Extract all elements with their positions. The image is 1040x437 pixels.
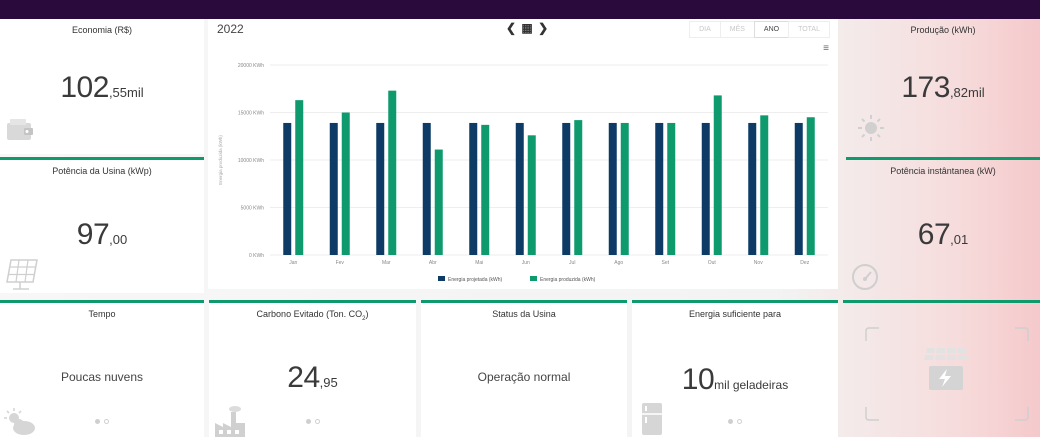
- top-bar: [0, 0, 1040, 19]
- y-tick-label: 10000 KWh: [238, 158, 264, 164]
- status-card: Status da Usina Operação normal: [421, 300, 627, 437]
- production-bar-chart: 0 KWh 5000 KWh 10000 KWh 15000 KWh 20000 KWh…: [218, 63, 828, 283]
- solar-battery-icon: [924, 348, 968, 390]
- calendar-icon[interactable]: ▦: [521, 21, 532, 35]
- x-tick-label: Jul: [569, 260, 575, 266]
- energia-title: Energia suficiente para: [688, 309, 782, 319]
- legend-swatch: [530, 276, 537, 281]
- tab-total[interactable]: TOTAL: [788, 21, 830, 38]
- y-tick-label: 20000 KWh: [238, 63, 264, 69]
- x-tick-label: Mar: [382, 260, 391, 266]
- tab-mes[interactable]: MÊS: [719, 21, 755, 38]
- carousel-dots[interactable]: [632, 411, 838, 429]
- potencia-instantanea-card: Potência instântanea (kW) 67,01: [846, 157, 1040, 293]
- bar-projetada-ago: [608, 122, 617, 255]
- bar-produzida-dez: [806, 117, 815, 255]
- wallet-icon: [7, 119, 33, 140]
- bar-projetada-nov: [748, 122, 757, 255]
- y-tick-label: 5000 KWh: [241, 206, 265, 212]
- period-tabs: DIA MÊS ANO TOTAL: [689, 21, 830, 38]
- potencia-instantanea-value: 67,01: [917, 218, 969, 251]
- bar-produzida-set: [667, 122, 676, 255]
- production-chart-panel: 2022 ❮ ▦ ❯ DIA MÊS ANO TOTAL ≡ 0 KWh 5000…: [208, 19, 838, 289]
- bar-projetada-set: [655, 122, 664, 255]
- producao-title: Produção (kWh): [910, 25, 976, 35]
- carousel-dots[interactable]: [209, 411, 416, 429]
- x-tick-label: Fev: [336, 260, 345, 266]
- y-tick-label: 15000 KWh: [238, 111, 264, 117]
- bar-projetada-mar: [376, 122, 385, 255]
- chevron-left-icon[interactable]: ❮: [506, 21, 516, 35]
- producao-value: 173,82mil: [901, 71, 985, 104]
- status-value: Operação normal: [477, 370, 571, 384]
- legend-label: Energia projetada (kWh): [448, 277, 503, 283]
- bar-projetada-dez: [794, 122, 803, 255]
- carbono-title: Carbono Evitado (Ton. CO2): [256, 309, 369, 322]
- carbono-card: Carbono Evitado (Ton. CO2) 24,95: [209, 300, 416, 437]
- legend-swatch: [438, 276, 445, 281]
- bar-projetada-mai: [469, 122, 478, 255]
- chevron-right-icon[interactable]: ❯: [538, 21, 548, 35]
- bar-produzida-nov: [760, 115, 769, 255]
- producao-card: Produção (kWh) 173,82mil: [846, 19, 1040, 154]
- carousel-dots[interactable]: [0, 411, 204, 429]
- legend-label: Energia produzida (kWh): [540, 277, 596, 283]
- bar-produzida-ago: [620, 122, 629, 255]
- bar-projetada-fev: [329, 122, 338, 255]
- bar-projetada-out: [701, 122, 710, 255]
- y-tick-label: 0 KWh: [249, 253, 264, 259]
- x-tick-label: Nov: [754, 260, 763, 266]
- bar-produzida-abr: [434, 149, 443, 255]
- x-tick-label: Mai: [475, 260, 483, 266]
- bar-produzida-out: [713, 95, 722, 256]
- sun-icon: [858, 115, 884, 141]
- bar-produzida-mai: [481, 124, 490, 255]
- tab-ano[interactable]: ANO: [753, 21, 790, 38]
- bar-projetada-abr: [422, 122, 431, 255]
- solar-system-card: [843, 300, 1040, 437]
- bar-produzida-jun: [527, 135, 536, 255]
- bar-projetada-jan: [283, 122, 292, 255]
- chart-menu-icon[interactable]: ≡: [823, 43, 829, 54]
- bar-produzida-mar: [388, 90, 397, 256]
- economia-title: Economia (R$): [71, 25, 133, 35]
- energia-value: 10mil geladeiras: [681, 363, 789, 396]
- bar-projetada-jul: [562, 122, 571, 255]
- x-tick-label: Set: [661, 260, 669, 266]
- status-title: Status da Usina: [492, 309, 556, 319]
- potencia-usina-title: Potência da Usina (kWp): [52, 166, 152, 176]
- economia-card: Economia (R$) 102,55mil: [0, 19, 204, 154]
- x-tick-label: Out: [708, 260, 717, 266]
- y-axis-label: Energia produzida (kWh): [218, 135, 223, 185]
- potencia-usina-card: Potência da Usina (kWp) 97,00: [0, 157, 204, 293]
- bar-projetada-jun: [515, 122, 524, 255]
- x-tick-label: Dez: [800, 260, 809, 266]
- potencia-instantanea-title: Potência instântanea (kW): [890, 166, 996, 176]
- tempo-title: Tempo: [88, 309, 116, 319]
- period-navigation: ❮ ▦ ❯: [505, 21, 549, 35]
- potencia-usina-value: 97,00: [76, 218, 128, 251]
- energia-card: Energia suficiente para 10mil geladeiras: [632, 300, 838, 437]
- solar-panel-icon: [6, 259, 38, 290]
- x-tick-label: Jun: [522, 260, 530, 266]
- x-tick-label: Jan: [289, 260, 297, 266]
- chart-year: 2022: [217, 22, 244, 36]
- economia-value: 102,55mil: [60, 71, 144, 104]
- bar-produzida-fev: [341, 112, 350, 255]
- gauge-icon: [852, 264, 878, 290]
- tempo-card: Tempo Poucas nuvens: [0, 300, 204, 437]
- bar-produzida-jan: [295, 100, 304, 256]
- tempo-value: Poucas nuvens: [60, 370, 144, 384]
- bar-produzida-jul: [574, 120, 583, 255]
- carbono-value: 24,95: [287, 361, 338, 394]
- x-tick-label: Ago: [614, 260, 623, 266]
- tab-dia[interactable]: DIA: [689, 21, 721, 38]
- x-tick-label: Abr: [429, 260, 437, 266]
